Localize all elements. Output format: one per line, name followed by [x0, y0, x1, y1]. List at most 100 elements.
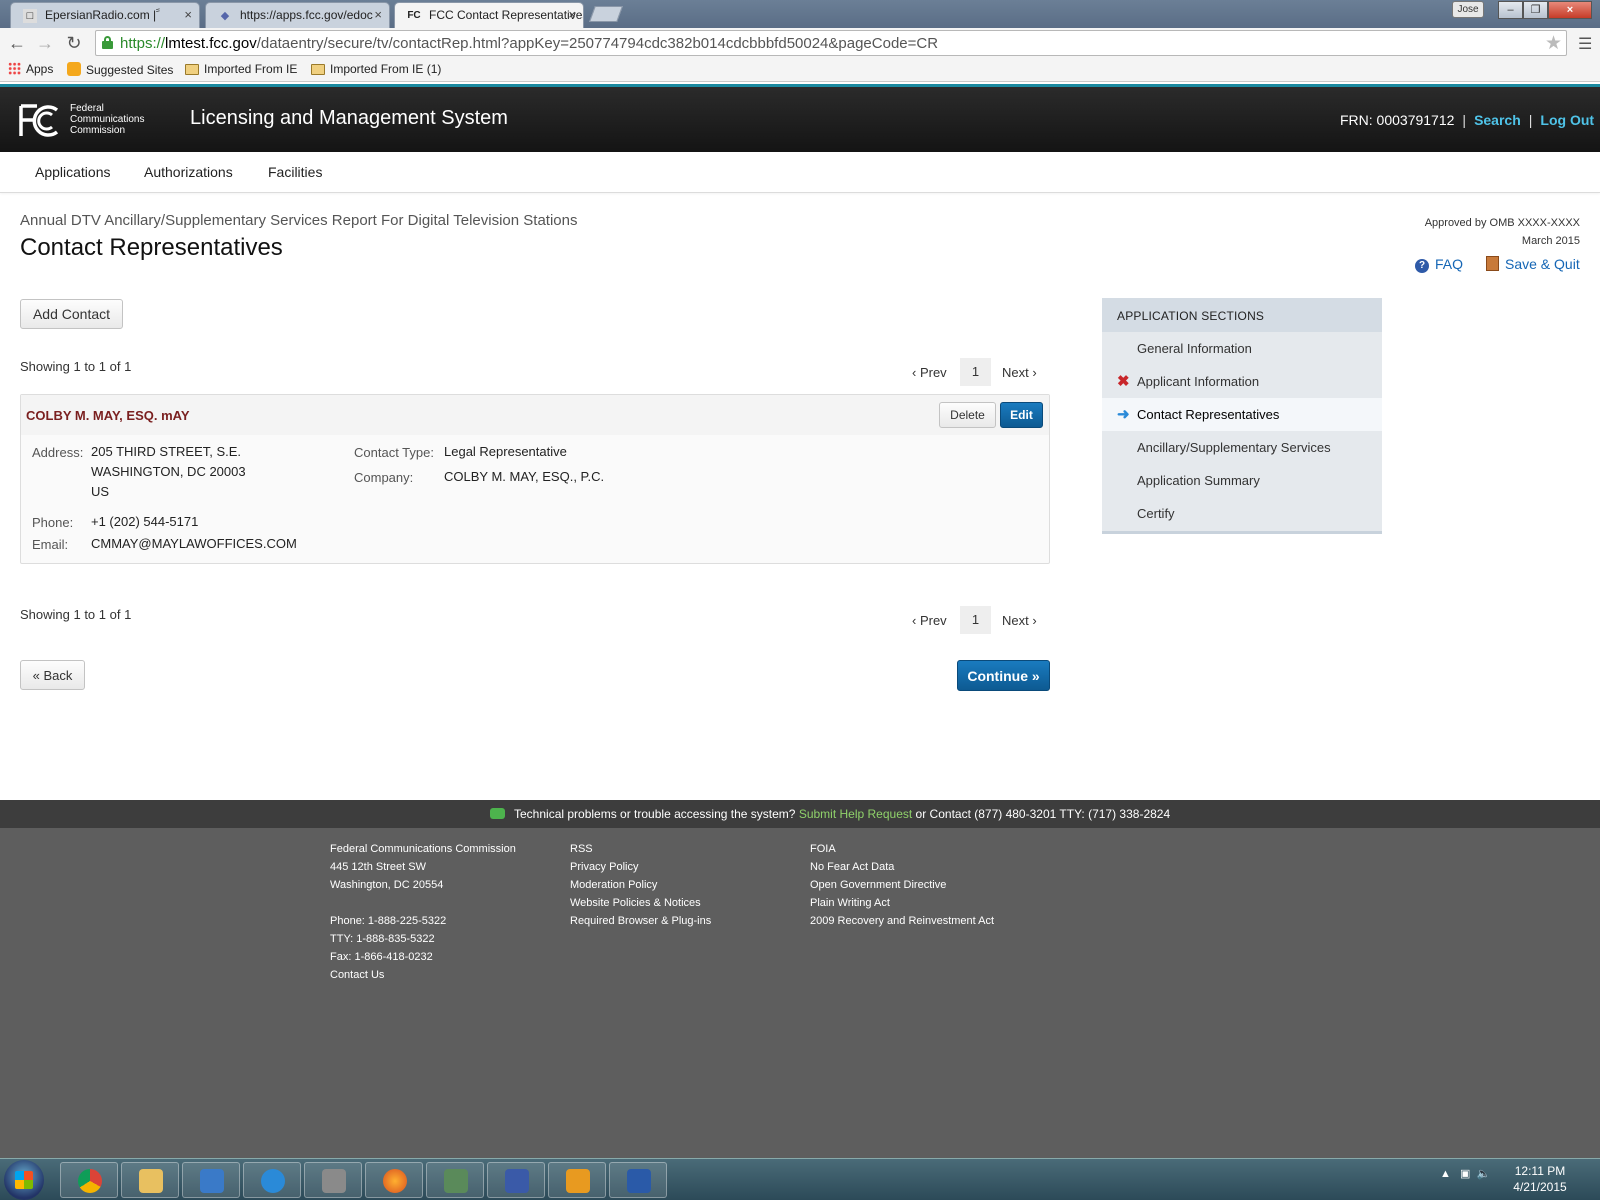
fcc-logo-icon[interactable]: [19, 104, 61, 138]
email-value: CMMAY@MAYLAWOFFICES.COM: [91, 536, 297, 551]
taskbar-chrome[interactable]: [60, 1162, 118, 1198]
delete-contact-button[interactable]: Delete: [939, 402, 996, 428]
logout-link[interactable]: Log Out: [1540, 112, 1594, 128]
footer-open-government-link[interactable]: Open Government Directive: [810, 876, 994, 894]
bookmark-imported-from-ie[interactable]: Imported From IE: [185, 62, 297, 76]
footer-no-fear-act-link[interactable]: No Fear Act Data: [810, 858, 994, 876]
footer-website-policies-link[interactable]: Website Policies & Notices: [570, 894, 711, 912]
next-page-link[interactable]: Next ›: [1002, 613, 1037, 628]
back-button[interactable]: « Back: [20, 660, 85, 690]
forward-arrow-icon[interactable]: →: [34, 32, 56, 54]
browser-tab-contact-representatives[interactable]: FC FCC Contact Representatives ×: [394, 2, 584, 28]
network-icon: [505, 1169, 529, 1193]
phone-value: +1 (202) 544-5171: [91, 514, 199, 529]
edit-contact-button[interactable]: Edit: [1000, 402, 1043, 428]
door-exit-icon: [1486, 256, 1499, 271]
bookmark-star-icon[interactable]: ★: [1545, 32, 1562, 55]
footer-rss-link[interactable]: RSS: [570, 840, 711, 858]
footer-privacy-policy-link[interactable]: Privacy Policy: [570, 858, 711, 876]
windows-logo-icon: [15, 1171, 33, 1189]
system-clock[interactable]: 12:11 PM 4/21/2015: [1500, 1163, 1580, 1195]
section-ancillary-supplementary-services[interactable]: Ancillary/Supplementary Services: [1102, 431, 1382, 464]
contact-type-value: Legal Representative: [444, 444, 567, 459]
prev-page-link[interactable]: ‹ Prev: [912, 613, 947, 628]
bookmark-label: Apps: [26, 62, 54, 76]
taskbar-word[interactable]: [609, 1162, 667, 1198]
faq-label: FAQ: [1435, 256, 1464, 272]
browser-menu-icon[interactable]: ☰: [1578, 34, 1592, 54]
bookmark-apps[interactable]: Apps: [8, 62, 53, 76]
footer-fax: Fax: 1-866-418-0232: [330, 951, 433, 963]
showing-count-top: Showing 1 to 1 of 1: [20, 359, 132, 374]
address-bar[interactable]: https://lmtest.fcc.gov/dataentry/secure/…: [95, 30, 1567, 56]
minimize-window-button[interactable]: –: [1498, 1, 1523, 19]
taskbar-firefox[interactable]: [365, 1162, 423, 1198]
continue-button[interactable]: Continue »: [957, 660, 1050, 691]
nav-facilities[interactable]: Facilities: [268, 164, 322, 180]
tab-close-icon[interactable]: ×: [374, 7, 382, 22]
page-number[interactable]: 1: [960, 606, 991, 634]
footer-agency-name: Federal Communications Commission: [330, 843, 516, 855]
add-contact-button[interactable]: Add Contact: [20, 299, 123, 329]
clock-date: 4/21/2015: [1513, 1180, 1567, 1194]
footer-contact-us-link[interactable]: Contact Us: [330, 966, 516, 984]
section-applicant-information[interactable]: ✖ Applicant Information: [1102, 365, 1382, 398]
section-application-summary[interactable]: Application Summary: [1102, 464, 1382, 497]
new-tab-button[interactable]: [589, 6, 623, 22]
site-footer: Federal Communications Commission 445 12…: [0, 828, 1600, 1158]
nav-applications[interactable]: Applications: [35, 164, 111, 180]
taskbar-internet-explorer[interactable]: [243, 1162, 301, 1198]
footer-recovery-act-link[interactable]: 2009 Recovery and Reinvestment Act: [810, 912, 994, 930]
taskbar-network[interactable]: [487, 1162, 545, 1198]
bookmark-suggested-sites[interactable]: Suggested Sites: [67, 62, 173, 77]
nav-authorizations[interactable]: Authorizations: [144, 164, 233, 180]
save-quit-link[interactable]: Save & Quit: [1486, 256, 1580, 272]
section-label: Certify: [1137, 506, 1175, 521]
footer-required-browser-link[interactable]: Required Browser & Plug-ins: [570, 912, 711, 930]
faq-link[interactable]: ? FAQ: [1415, 256, 1463, 273]
next-page-link[interactable]: Next ›: [1002, 365, 1037, 380]
address-line: 205 THIRD STREET, S.E.: [91, 444, 242, 459]
footer-plain-writing-link[interactable]: Plain Writing Act: [810, 894, 994, 912]
search-link[interactable]: Search: [1474, 112, 1521, 128]
window-user-badge[interactable]: Jose: [1452, 1, 1484, 18]
url-host: lmtest.fcc.gov: [165, 35, 257, 52]
taskbar-outlook[interactable]: [548, 1162, 606, 1198]
footer-foia-link[interactable]: FOIA: [810, 840, 994, 858]
section-label: Application Summary: [1137, 473, 1260, 488]
start-button[interactable]: [4, 1160, 44, 1200]
reload-icon[interactable]: ↻: [63, 32, 85, 54]
url-text[interactable]: https://lmtest.fcc.gov/dataentry/secure/…: [120, 35, 938, 52]
address-line: WASHINGTON, DC 20003: [91, 464, 246, 479]
page-number[interactable]: 1: [960, 358, 991, 386]
logo-line: Commission: [70, 125, 126, 136]
frn-number: FRN: 0003791712: [1340, 112, 1455, 128]
tab-close-icon[interactable]: ×: [184, 7, 192, 22]
prev-page-link[interactable]: ‹ Prev: [912, 365, 947, 380]
maximize-window-button[interactable]: ❐: [1523, 1, 1548, 19]
section-contact-representatives[interactable]: ➜ Contact Representatives: [1102, 398, 1382, 431]
section-general-information[interactable]: General Information: [1102, 332, 1382, 365]
close-window-button[interactable]: ×: [1548, 1, 1592, 19]
system-tray[interactable]: ▲ ▣ 🔈: [1440, 1167, 1490, 1180]
browser-tab-fcc-edocs[interactable]: ◆ https://apps.fcc.gov/edoc ×: [205, 2, 390, 28]
remote-desktop-icon: [444, 1169, 468, 1193]
taskbar-calculator[interactable]: [304, 1162, 362, 1198]
error-x-icon: ✖: [1117, 373, 1130, 390]
footer-moderation-policy-link[interactable]: Moderation Policy: [570, 876, 711, 894]
section-certify[interactable]: Certify: [1102, 497, 1382, 530]
section-label: General Information: [1137, 341, 1252, 356]
help-bar-text: Technical problems or trouble accessing …: [490, 807, 1170, 821]
taskbar-media-player[interactable]: [182, 1162, 240, 1198]
footer-phone: Phone: 1-888-225-5322: [330, 915, 447, 927]
tab-close-icon[interactable]: ×: [568, 7, 576, 22]
bookmark-imported-from-ie-1[interactable]: Imported From IE (1): [311, 62, 441, 76]
application-sections-title: Application Sections: [1117, 309, 1265, 323]
fcc-edocs-favicon-icon: ◆: [220, 10, 230, 22]
help-question: Technical problems or trouble accessing …: [514, 807, 796, 821]
submit-help-request-link[interactable]: Submit Help Request: [799, 807, 912, 821]
back-arrow-icon[interactable]: ←: [6, 32, 28, 54]
taskbar-file-explorer[interactable]: [121, 1162, 179, 1198]
browser-tab-epersianradio[interactable]: □ EpersianRadio.com | ََ ×: [10, 2, 200, 28]
taskbar-remote-desktop[interactable]: [426, 1162, 484, 1198]
